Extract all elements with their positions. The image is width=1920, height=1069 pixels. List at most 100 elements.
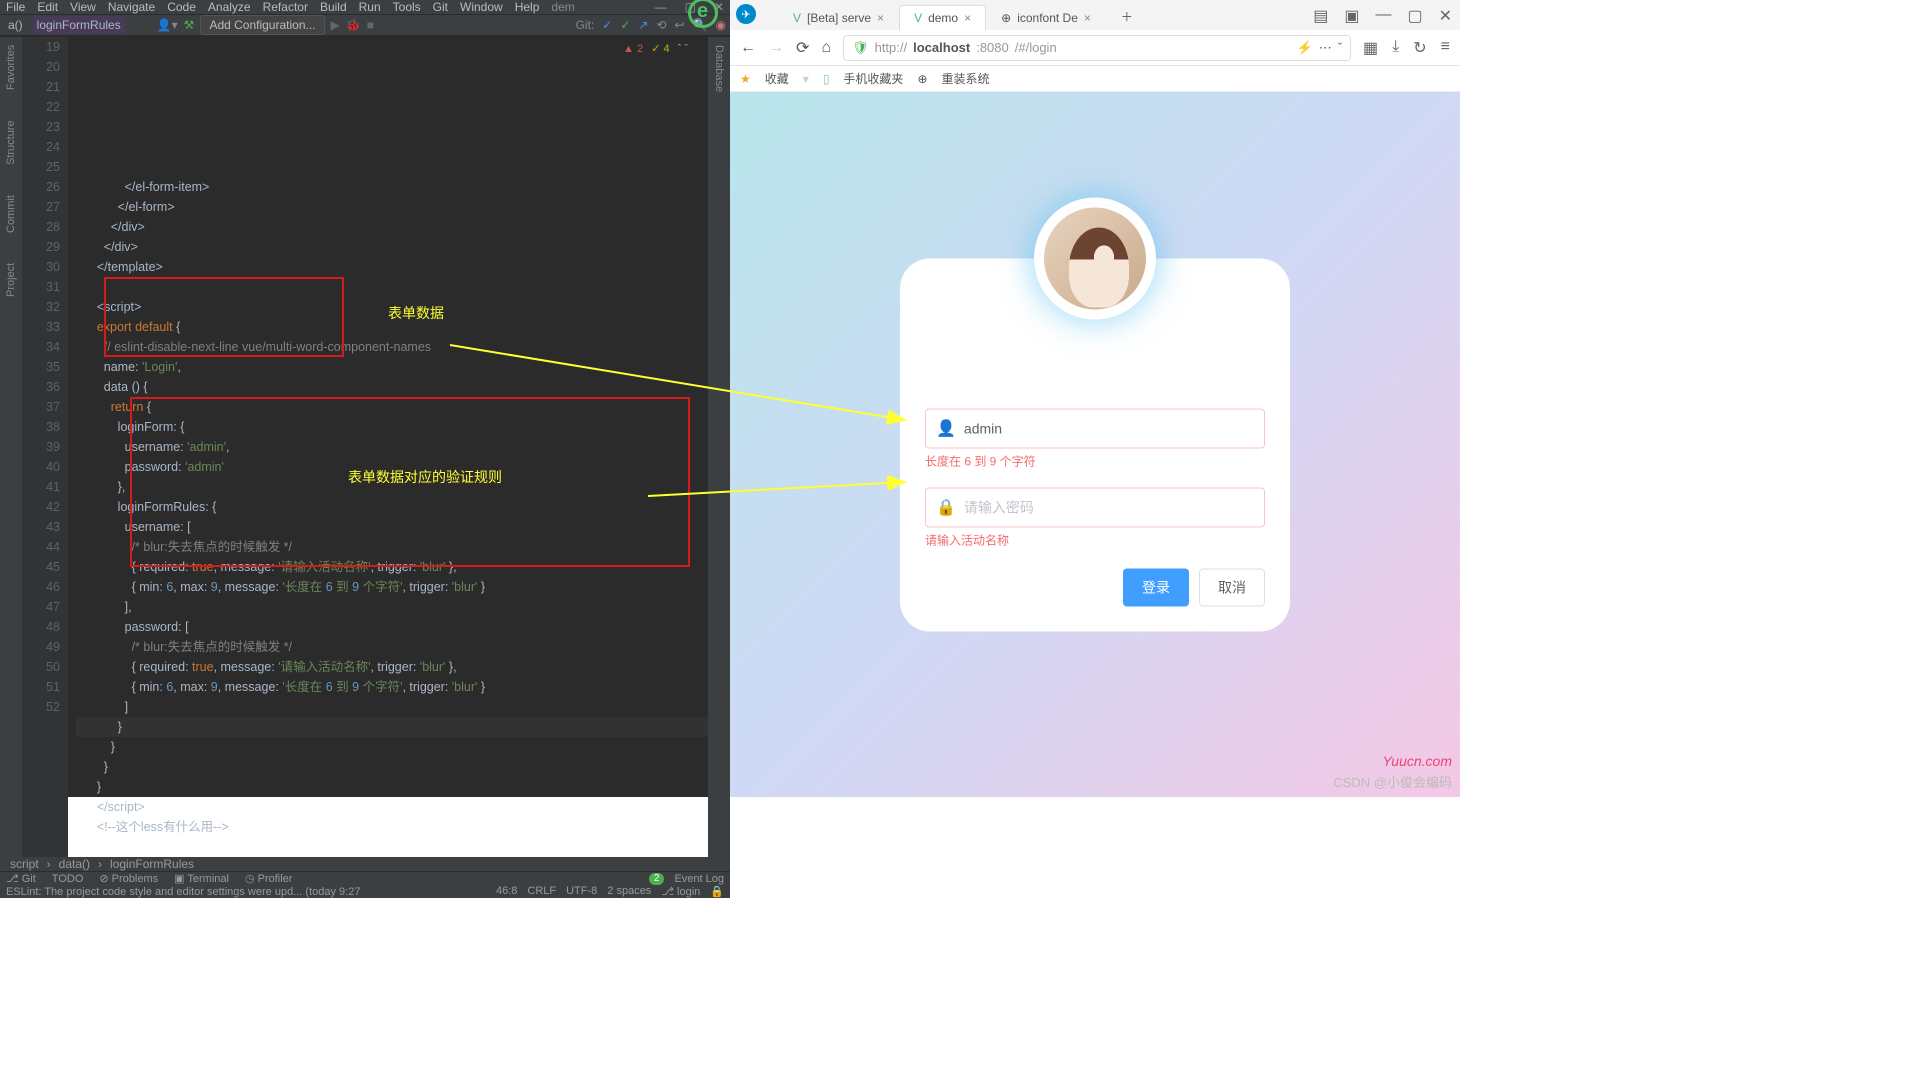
status-git[interactable]: ⎇ Git xyxy=(6,872,36,885)
sidetab-commit[interactable]: Commit xyxy=(5,195,17,233)
browser-tab-serve[interactable]: V[Beta] serve× xyxy=(778,5,899,30)
username-input[interactable] xyxy=(964,420,1254,436)
status-terminal[interactable]: ▣ Terminal xyxy=(174,872,229,885)
chevron-down-icon[interactable]: ˇ xyxy=(1338,40,1342,55)
inspection-status: ▲ 2 ✓ 4 ˆ ˇ xyxy=(623,39,688,59)
browser-tab-iconfont[interactable]: ⊕iconfont De× xyxy=(986,5,1106,30)
sidetab-project[interactable]: Project xyxy=(5,263,17,297)
minimize-icon[interactable]: — xyxy=(1375,6,1391,26)
sidetab-database[interactable]: Database xyxy=(713,45,725,92)
status-problems[interactable]: ⊘ Problems xyxy=(99,872,158,885)
ide-window: File Edit View Navigate Code Analyze Ref… xyxy=(0,0,730,797)
sidetab-favorites[interactable]: Favorites xyxy=(5,45,17,90)
close-icon[interactable]: ✕ xyxy=(1439,6,1452,26)
username-field[interactable]: 👤 xyxy=(925,408,1265,448)
window-box-icon[interactable]: ▣ xyxy=(1344,6,1359,26)
bookmark-sys[interactable]: 重装系统 xyxy=(942,70,990,87)
status-profiler[interactable]: ◷ Profiler xyxy=(245,872,293,885)
menu-git[interactable]: Git xyxy=(433,0,448,14)
grid-icon[interactable]: ▦ xyxy=(1363,38,1378,58)
lightning-icon[interactable]: ⚡ xyxy=(1297,40,1313,56)
breadcrumb-rules[interactable]: loginFormRules xyxy=(33,16,125,34)
sidetab-structure[interactable]: Structure xyxy=(5,120,17,165)
bread-rules[interactable]: loginFormRules xyxy=(110,857,194,871)
breadcrumb-fn[interactable]: a() xyxy=(4,16,27,34)
hammer-icon[interactable]: ⚒ xyxy=(184,18,195,32)
close-tab-icon[interactable]: × xyxy=(877,11,884,25)
url-path: /#/login xyxy=(1015,40,1057,55)
git-update-icon[interactable]: ✓ xyxy=(602,18,612,32)
menu-tools[interactable]: Tools xyxy=(393,0,421,14)
csdn-credit: CSDN @小俊会编码 xyxy=(1333,772,1452,791)
ide-menubar: File Edit View Navigate Code Analyze Ref… xyxy=(0,0,730,15)
login-button[interactable]: 登录 xyxy=(1123,568,1189,606)
menu-help[interactable]: Help xyxy=(515,0,540,14)
bookmark-fav[interactable]: 收藏 xyxy=(765,70,789,87)
menu-analyze[interactable]: Analyze xyxy=(208,0,251,14)
account-icon[interactable]: ▤ xyxy=(1313,6,1328,26)
shield-icon: 🛡 xyxy=(852,40,869,56)
download-icon[interactable]: ⤓ xyxy=(1392,38,1399,58)
bookmark-mobile[interactable]: 手机收藏夹 xyxy=(843,70,903,87)
telegram-icon[interactable]: ✈ xyxy=(736,4,756,24)
star-icon[interactable]: ★ xyxy=(740,72,751,86)
menu-run[interactable]: Run xyxy=(359,0,381,14)
git-commit-icon[interactable]: ✓ xyxy=(620,18,630,32)
event-badge: 2 xyxy=(649,873,665,885)
close-tab-icon[interactable]: × xyxy=(964,11,971,25)
status-bar-tools: ⎇ Git TODO ⊘ Problems ▣ Terminal ◷ Profi… xyxy=(0,871,730,885)
minimize-icon[interactable]: — xyxy=(655,0,667,14)
refresh-icon[interactable]: ↻ xyxy=(1413,38,1426,58)
back-icon[interactable]: ← xyxy=(740,39,756,57)
event-log[interactable]: Event Log xyxy=(674,873,724,885)
close-tab-icon[interactable]: × xyxy=(1084,11,1091,25)
reload-icon[interactable]: ⟳ xyxy=(796,38,809,58)
menu-build[interactable]: Build xyxy=(320,0,347,14)
encoding[interactable]: UTF-8 xyxy=(566,885,597,898)
code-editor[interactable]: 1920212223242526272829303132333435363738… xyxy=(22,37,708,857)
debug-icon[interactable]: 🐞 xyxy=(346,18,361,32)
editor-breadcrumb[interactable]: script› data()› loginFormRules xyxy=(0,857,730,871)
status-bar-info: ESLint: The project code style and edito… xyxy=(0,885,730,898)
menu-edit[interactable]: Edit xyxy=(37,0,58,14)
run-icon[interactable]: ▶ xyxy=(331,18,340,32)
git-rollback-icon[interactable]: ↩ xyxy=(675,18,685,32)
bread-script[interactable]: script xyxy=(10,857,39,871)
git-history-icon[interactable]: ⟲ xyxy=(656,18,666,32)
forward-icon[interactable]: → xyxy=(768,39,784,57)
git-push-icon[interactable]: ↗ xyxy=(638,18,648,32)
right-tool-tabs[interactable]: Database xyxy=(708,37,730,857)
maximize-icon[interactable]: ▢ xyxy=(1407,6,1422,26)
branch-icon[interactable]: ⎇ login xyxy=(661,885,700,898)
bread-data[interactable]: data() xyxy=(59,857,90,871)
status-todo[interactable]: TODO xyxy=(52,873,84,885)
menu-navigate[interactable]: Navigate xyxy=(108,0,155,14)
menu-view[interactable]: View xyxy=(70,0,96,14)
new-tab-button[interactable]: ＋ xyxy=(1106,2,1148,30)
stop-icon[interactable]: ■ xyxy=(367,18,374,32)
address-input[interactable]: 🛡 http://localhost:8080/#/login ⚡ ⋯ ˇ xyxy=(843,35,1351,61)
code-content[interactable]: ▲ 2 ✓ 4 ˆ ˇ 表单数据 表单数据对应的验证规则 </el-form-i… xyxy=(68,37,708,857)
password-field[interactable]: 🔒 xyxy=(925,487,1265,527)
menu-icon[interactable]: ≡ xyxy=(1441,38,1450,58)
password-input[interactable] xyxy=(964,499,1254,515)
home-icon[interactable]: ⌂ xyxy=(821,39,831,57)
user-icon[interactable]: 👤▾ xyxy=(157,18,178,32)
lock-icon[interactable]: 🔒 xyxy=(710,885,724,898)
eslint-msg: ESLint: The project code style and edito… xyxy=(6,886,360,898)
menu-file[interactable]: File xyxy=(6,0,25,14)
ide-toolbar: a() loginFormRules 👤▾ ⚒ Add Configuratio… xyxy=(0,15,730,36)
menu-refactor[interactable]: Refactor xyxy=(263,0,308,14)
browser-tab-demo[interactable]: Vdemo× xyxy=(899,5,986,30)
indent[interactable]: 2 spaces xyxy=(607,885,651,898)
menu-window[interactable]: Window xyxy=(460,0,503,14)
more-icon[interactable]: ⋯ xyxy=(1319,40,1332,56)
360-logo-icon[interactable] xyxy=(688,0,718,28)
cancel-button[interactable]: 取消 xyxy=(1199,568,1265,606)
line-sep[interactable]: CRLF xyxy=(527,885,556,898)
menu-code[interactable]: Code xyxy=(167,0,196,14)
project-title: dem xyxy=(551,0,574,14)
line-gutter: 1920212223242526272829303132333435363738… xyxy=(22,37,68,857)
left-tool-tabs[interactable]: Project Commit Structure Favorites xyxy=(0,37,22,857)
add-configuration-button[interactable]: Add Configuration... xyxy=(200,15,324,35)
